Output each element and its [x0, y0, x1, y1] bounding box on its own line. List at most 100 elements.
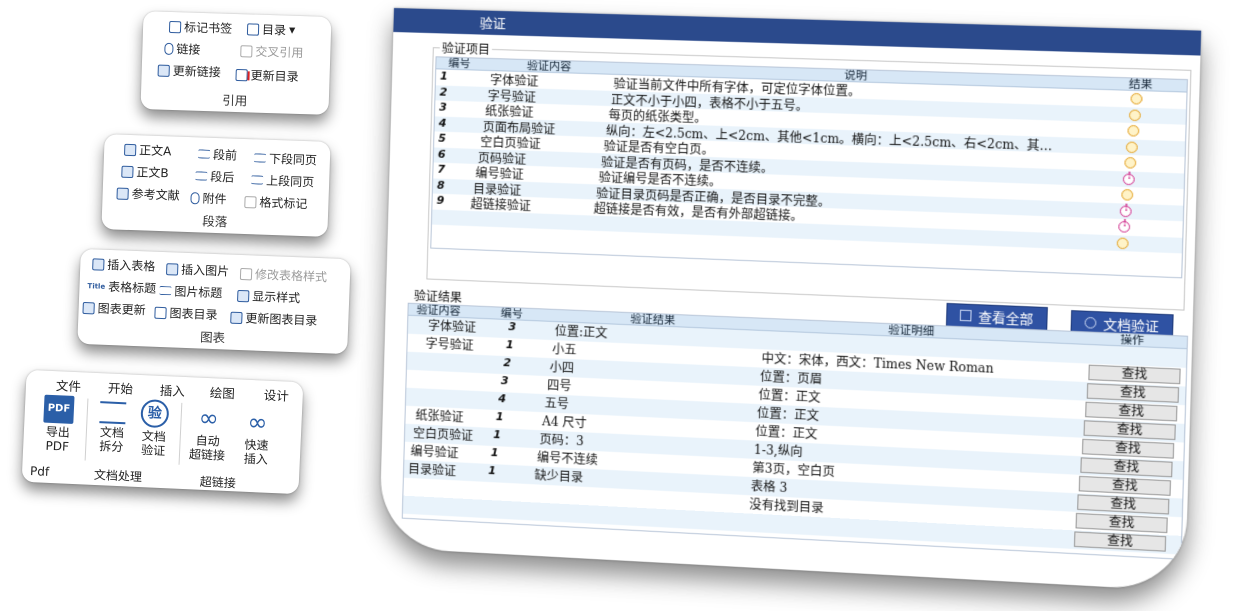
attachment-label: 附件 — [202, 190, 227, 208]
verify-icon: 验 — [140, 399, 169, 428]
clock-icon — [1121, 189, 1133, 201]
split-doc-button[interactable]: 文档 拆分 — [93, 397, 132, 455]
find-button[interactable]: 查找 — [1080, 457, 1172, 477]
split-label-2: 拆分 — [93, 439, 130, 455]
group-label-pdf: Pdf — [30, 464, 50, 479]
crossref-button[interactable]: 交叉引用 — [240, 42, 304, 61]
result-value: 四号 — [547, 376, 572, 394]
item-no: 4 — [439, 116, 447, 129]
items-legend: 验证项目 — [440, 39, 493, 58]
image-icon — [166, 263, 178, 275]
find-button[interactable]: 查找 — [1079, 476, 1171, 496]
update-link-button[interactable]: 更新链接 — [157, 62, 221, 81]
chart-toc-label: 图表目录 — [169, 304, 218, 323]
bookmark-button[interactable]: 标记书签 — [169, 18, 233, 37]
space-after-icon — [195, 171, 207, 180]
table-title-button[interactable]: Title 表格标题 — [87, 277, 156, 297]
item-no: 9 — [436, 194, 444, 207]
find-button[interactable]: 查找 — [1076, 513, 1168, 533]
result-no: 3 — [501, 374, 509, 387]
format-mark-button[interactable]: 格式标记 — [244, 193, 308, 212]
reference-icon — [116, 187, 128, 199]
result-name: 目录验证 — [408, 460, 456, 479]
verify-label-2: 验证 — [135, 443, 172, 459]
modify-table-style-label: 修改表格样式 — [255, 266, 328, 286]
attachment-button[interactable]: 附件 — [190, 189, 227, 207]
link-label: 链接 — [176, 40, 201, 58]
update-toc-button[interactable]: 更新目录 — [235, 66, 299, 85]
export-pdf-button[interactable]: PDF 导出 PDF — [39, 394, 78, 454]
result-value: 编号不连续 — [537, 448, 598, 468]
result-no: 1 — [488, 464, 496, 477]
item-no: 7 — [437, 163, 445, 176]
results-fieldset: 验证结果 验证内容 编号 验证结果 验证明细 操作 字体验证 3 位置:正文 字号验证… — [401, 297, 1186, 570]
window-titlebar: 验证 — [393, 8, 1201, 56]
show-style-button[interactable]: 显示样式 — [237, 287, 301, 306]
clock-icon — [1130, 93, 1142, 105]
keep-prev-label: 上段同页 — [266, 172, 315, 191]
body-a-button[interactable]: 正文A — [124, 141, 172, 160]
tab-insert[interactable]: 插入 — [160, 380, 186, 400]
result-value: 位置:正文 — [555, 322, 608, 341]
toc-label: 目录 — [262, 21, 287, 39]
chart-toc-button[interactable]: 图表目录 — [154, 304, 218, 323]
auto-link-button[interactable]: ∞ 自动 超链接 — [183, 403, 234, 463]
space-before-button[interactable]: 段前 — [198, 145, 238, 163]
find-button[interactable]: 查找 — [1087, 383, 1179, 403]
space-after-button[interactable]: 段后 — [195, 167, 235, 185]
image-title-button[interactable]: 图片标题 — [159, 282, 223, 301]
group-label-cite: 引用 — [141, 87, 330, 112]
find-button[interactable]: 查找 — [1088, 365, 1180, 385]
body-a-icon — [124, 143, 136, 155]
ribbon-group-chart: 插入表格 插入图片 修改表格样式 Title 表格标题 图片标题 显示样式 图表… — [77, 249, 350, 354]
result-value: A4 尺寸 — [542, 412, 587, 431]
update-chart-toc-button[interactable]: 更新图表目录 — [230, 309, 318, 329]
chart-update-button[interactable]: 图表更新 — [82, 299, 146, 318]
result-no: 1 — [491, 446, 499, 459]
error-icon — [1123, 173, 1135, 185]
table-icon — [92, 258, 104, 270]
show-style-icon — [237, 289, 249, 301]
show-style-label: 显示样式 — [252, 287, 301, 306]
find-button[interactable]: 查找 — [1084, 420, 1176, 440]
keep-prev-button[interactable]: 上段同页 — [251, 171, 315, 190]
item-no: 8 — [437, 178, 445, 191]
result-value: 缺少目录 — [534, 466, 583, 486]
modify-table-style-button[interactable]: 修改表格样式 — [240, 265, 328, 285]
find-button[interactable]: 查找 — [1082, 439, 1174, 459]
result-detail: 位置：页眉 — [760, 368, 823, 388]
items-table: 编号 验证内容 说明 结果 1 字体验证 验证当前文件中所有字体，可定位字体位置。 2… — [430, 56, 1188, 278]
body-b-button[interactable]: 正文B — [121, 163, 169, 182]
chevron-down-icon: ▼ — [289, 26, 295, 35]
item-no: 2 — [439, 85, 447, 98]
find-button[interactable]: 查找 — [1074, 531, 1166, 551]
link-icon: ∞ — [193, 403, 224, 432]
find-button[interactable]: 查找 — [1077, 494, 1169, 514]
link-button[interactable]: 链接 — [164, 40, 201, 58]
quick-insert-button[interactable]: ∞ 快速 插入 — [235, 407, 280, 467]
space-before-label: 段前 — [213, 146, 238, 164]
reference-button[interactable]: 参考文献 — [116, 185, 180, 204]
find-button[interactable]: 查找 — [1085, 402, 1177, 422]
keep-next-button[interactable]: 下段同页 — [254, 149, 318, 168]
verify-doc-ribbon-button[interactable]: 验 文档 验证 — [135, 399, 174, 459]
insert-table-button[interactable]: 插入表格 — [92, 255, 156, 274]
results-table: 验证内容 编号 验证结果 验证明细 操作 字体验证 3 位置:正文 字号验证 1 小五 中文… — [402, 303, 1188, 560]
insert-image-label: 插入图片 — [181, 261, 230, 280]
tab-home[interactable]: 开始 — [108, 377, 134, 397]
verify-window: 验证 验证项目 编号 验证内容 说明 结果 1 字体验证 验证当前文件中所有字体，可… — [379, 8, 1234, 601]
tab-draw[interactable]: 绘图 — [209, 382, 235, 402]
group-label-doc-process: 文档处理 — [94, 466, 143, 485]
update-link-label: 更新链接 — [172, 62, 221, 80]
clock-icon — [1126, 141, 1138, 153]
link-plus-icon: ∞ — [242, 408, 273, 437]
result-no: 2 — [503, 356, 511, 369]
tab-design[interactable]: 设计 — [263, 385, 289, 405]
insert-image-button[interactable]: 插入图片 — [166, 260, 230, 279]
tab-file[interactable]: 文件 — [56, 375, 82, 395]
table-style-icon — [240, 267, 252, 279]
space-after-label: 段后 — [210, 168, 235, 186]
item-no: 6 — [438, 147, 446, 160]
space-before-icon — [198, 149, 210, 158]
toc-button[interactable]: 目录 ▼ — [247, 20, 296, 39]
